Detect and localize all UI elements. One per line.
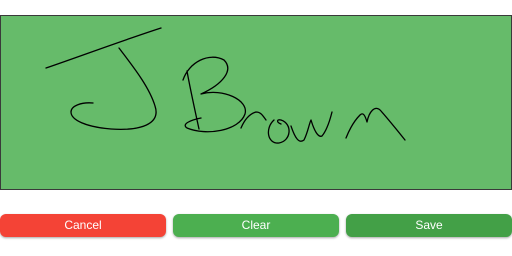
signature-pad-background	[1, 16, 511, 189]
action-bar: Cancel Clear Save	[0, 214, 512, 238]
save-button[interactable]: Save	[346, 214, 512, 237]
clear-button[interactable]: Clear	[173, 214, 339, 237]
signature-screen: J Brown Cancel Clear Save	[0, 0, 512, 256]
signature-pad[interactable]: J Brown	[0, 15, 512, 190]
signature-drawing	[1, 16, 511, 189]
cancel-button[interactable]: Cancel	[0, 214, 166, 237]
signature-text: J Brown	[1, 189, 2, 190]
